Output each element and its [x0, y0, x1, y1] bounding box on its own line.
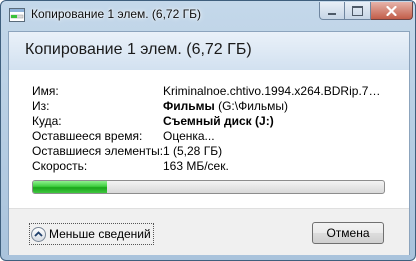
- to-label: Куда:: [32, 114, 62, 128]
- copy-progress-bar: [32, 180, 385, 194]
- from-path: (G:\Фильмы): [214, 99, 289, 113]
- items-left-value: 1 (5,28 ГБ): [163, 144, 223, 158]
- name-label: Имя:: [32, 84, 59, 98]
- maximize-icon: [352, 5, 363, 16]
- from-label: Из:: [32, 99, 50, 113]
- time-left-value: Оценка...: [163, 129, 215, 143]
- dialog-content: Копирование 1 элем. (6,72 ГБ) Имя: Krimi…: [8, 31, 410, 255]
- dialog-footer: Меньше сведений Отмена: [9, 208, 409, 255]
- chevron-up-icon: [31, 226, 46, 242]
- file-name-value: Kriminalnoe.chtivo.1994.x264.BDRip.720..…: [163, 84, 385, 98]
- from-folder-link[interactable]: Фильмы: [163, 99, 215, 113]
- dialog-heading: Копирование 1 элем. (6,72 ГБ): [25, 41, 252, 58]
- time-left-label: Оставшееся время:: [32, 129, 143, 143]
- dialog-header: Копирование 1 элем. (6,72 ГБ): [9, 32, 409, 70]
- to-value: Съемный диск (J:): [163, 114, 385, 129]
- from-value: Фильмы (G:\Фильмы): [163, 99, 385, 114]
- less-details-label: Меньше сведений: [49, 227, 151, 241]
- progress-fill: [33, 181, 107, 193]
- copy-dialog-window: Копирование 1 элем. (6,72 ГБ) Копировани…: [0, 0, 416, 261]
- less-details-button[interactable]: Меньше сведений: [29, 223, 154, 245]
- speed-value: 163 МБ/сек.: [163, 159, 229, 173]
- cancel-button[interactable]: Отмена: [312, 222, 384, 244]
- close-button[interactable]: [371, 2, 413, 20]
- maximize-button[interactable]: [345, 2, 371, 20]
- title-bar[interactable]: Копирование 1 элем. (6,72 ГБ): [1, 1, 415, 31]
- minimize-button[interactable]: [319, 2, 345, 20]
- window-title: Копирование 1 элем. (6,72 ГБ): [31, 7, 201, 21]
- items-left-label: Оставшиеся элементы:: [32, 144, 164, 158]
- speed-label: Скорость:: [32, 159, 88, 173]
- to-drive-link[interactable]: Съемный диск (J:): [163, 114, 274, 128]
- minimize-icon: [328, 12, 336, 15]
- copy-progress-icon: [9, 8, 25, 22]
- close-icon: [386, 5, 397, 16]
